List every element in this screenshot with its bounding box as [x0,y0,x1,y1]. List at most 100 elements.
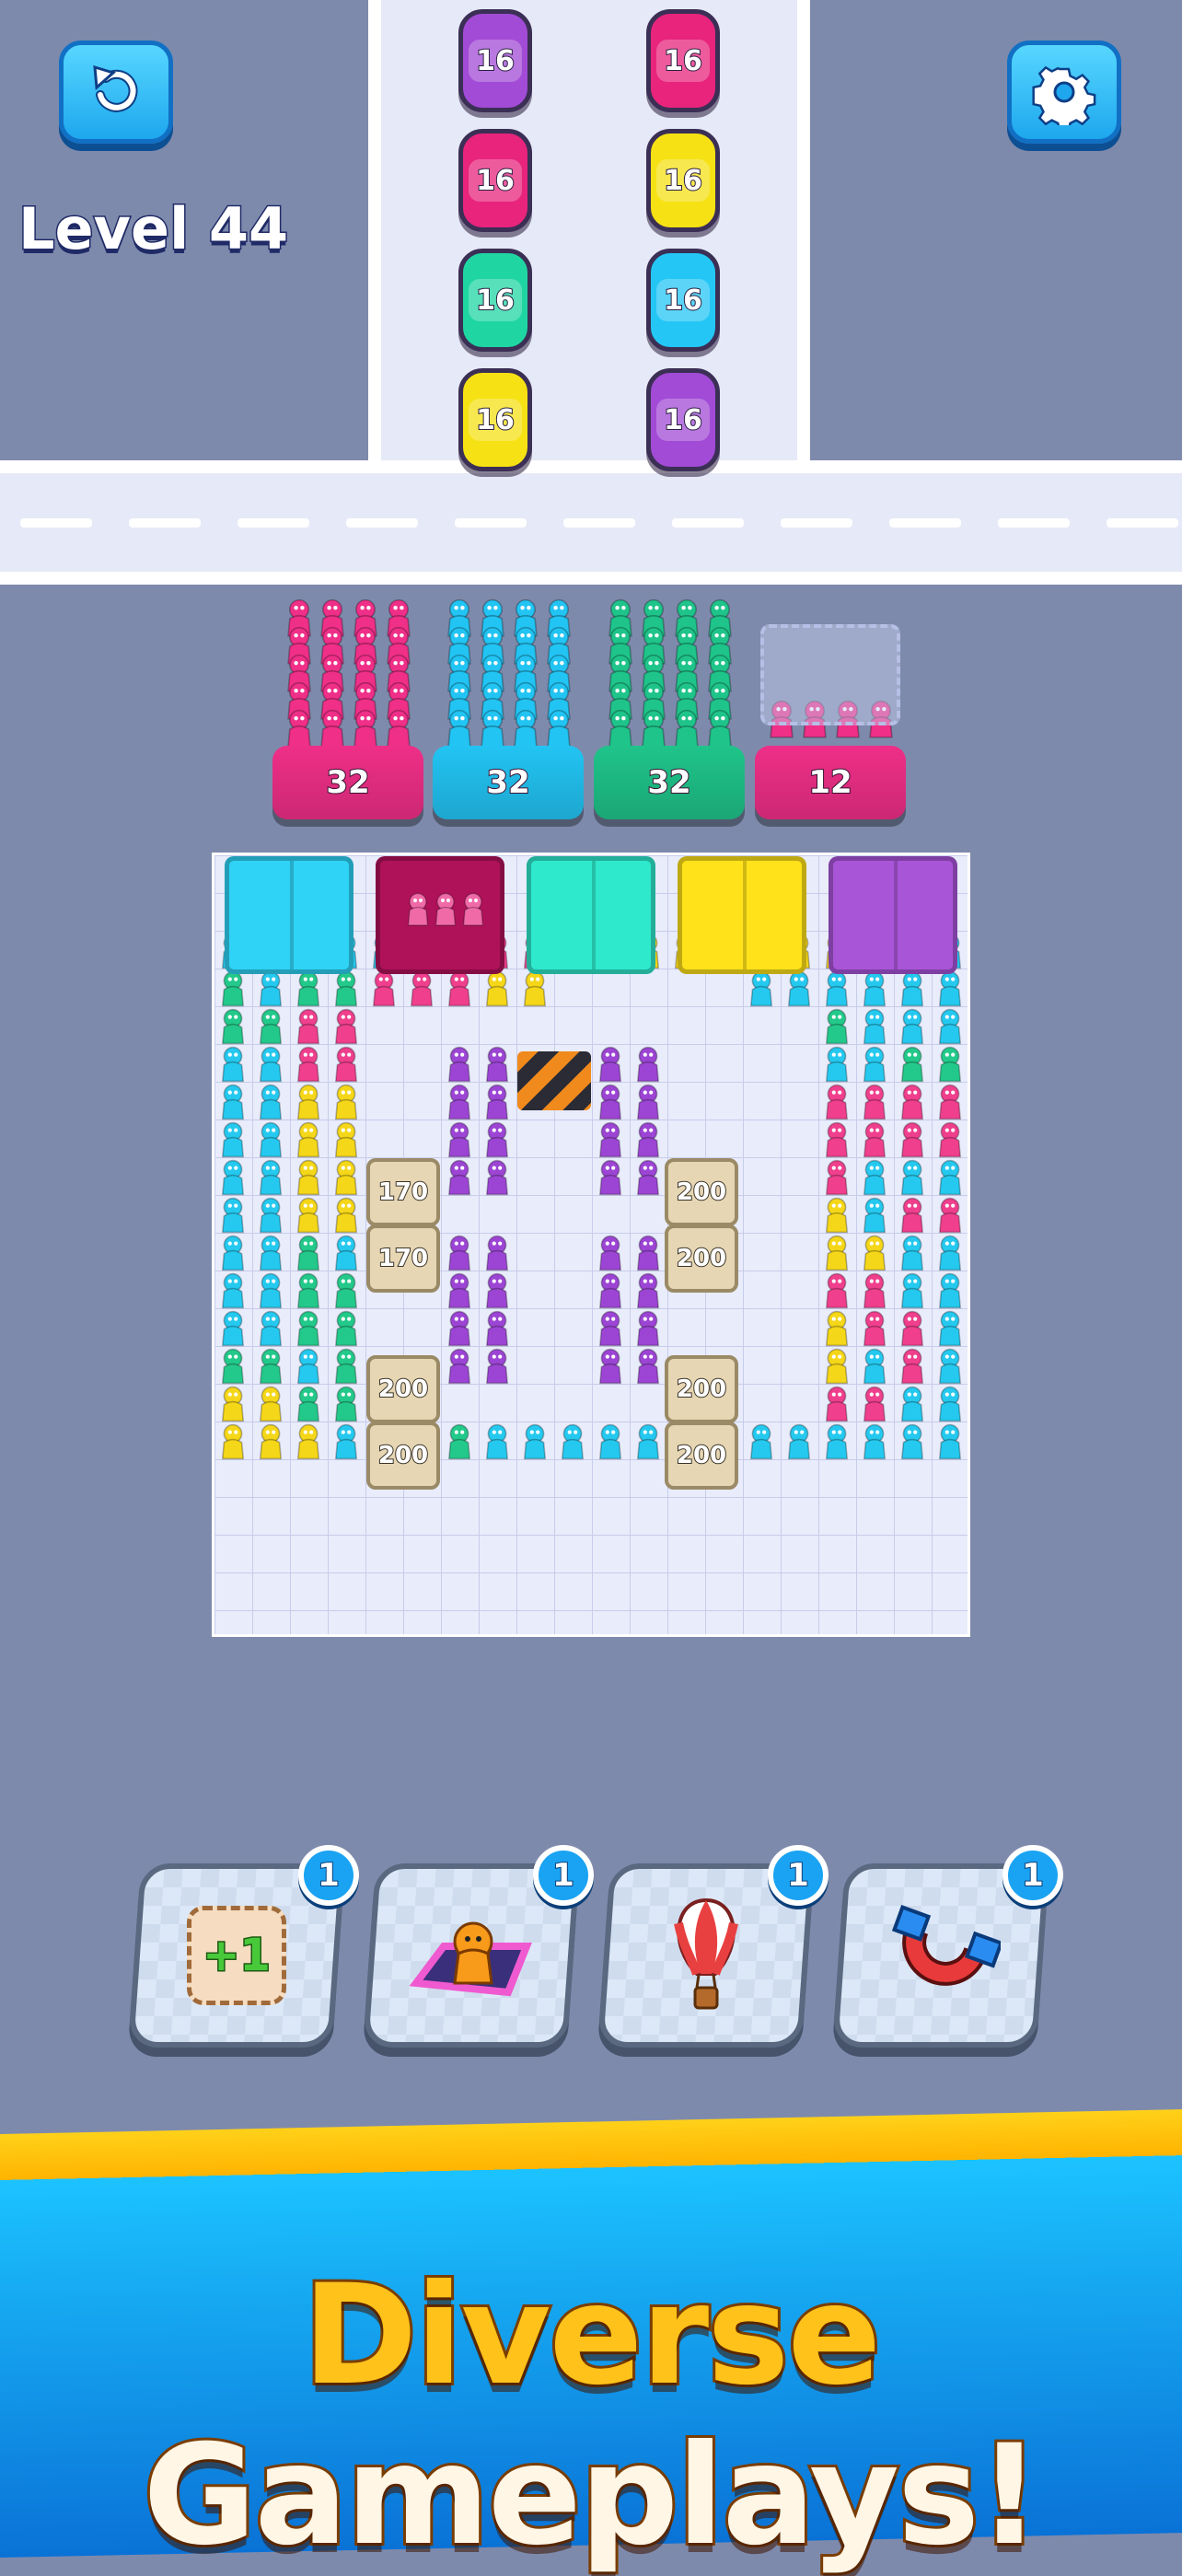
passenger [369,970,399,1011]
passenger [218,1272,248,1313]
passenger [331,1272,361,1313]
passenger [860,1423,889,1464]
exit-gate[interactable] [829,856,957,974]
car[interactable]: 16 [458,9,532,112]
plus-one-icon: +1 [187,1906,286,2005]
exit-gate[interactable] [225,856,353,974]
passenger [331,1046,361,1086]
car-capacity: 16 [656,399,710,441]
passenger [331,1121,361,1162]
passenger [331,1159,361,1200]
passenger-queue[interactable]: 32 [594,598,745,819]
passenger [445,1310,474,1351]
passenger [935,1197,965,1237]
tagline-word-1: Diverse [300,2253,884,2419]
road-dash [129,518,201,528]
passenger [256,1310,285,1351]
passenger [294,1348,323,1388]
gear-icon [1032,65,1096,125]
passenger [294,1159,323,1200]
passenger [256,1235,285,1275]
passenger [898,1235,927,1275]
settings-button[interactable] [1007,41,1121,144]
crate[interactable]: 170 [366,1158,440,1226]
restart-button[interactable] [59,41,173,144]
passenger [482,1348,512,1388]
passenger [445,1423,474,1464]
passenger-queue[interactable]: 32 [272,598,423,819]
car[interactable]: 16 [458,368,532,471]
passenger [860,1159,889,1200]
empty-queue-slot[interactable] [760,624,900,725]
passenger [935,1046,965,1086]
crate[interactable]: 170 [366,1224,440,1293]
passenger [482,1046,512,1086]
exit-gate[interactable] [376,856,504,974]
crate[interactable]: 200 [665,1158,738,1226]
crate[interactable]: 200 [366,1421,440,1490]
passenger [860,1235,889,1275]
passenger [633,1272,663,1313]
passenger [294,1310,323,1351]
passenger [294,1008,323,1049]
queue-passengers [605,598,734,755]
magnet-icon [891,1905,1001,1986]
passenger [218,1046,248,1086]
passenger [935,1008,965,1049]
passenger [294,1272,323,1313]
restart-icon [93,64,138,112]
passenger [256,1159,285,1200]
passenger [633,1235,663,1275]
exit-gate[interactable] [527,856,655,974]
crate[interactable]: 200 [366,1355,440,1423]
passenger [596,1159,625,1200]
road-dash [563,518,635,528]
passenger [218,1423,248,1464]
crate[interactable]: 200 [665,1224,738,1293]
car[interactable]: 16 [458,249,532,352]
passenger [445,1121,474,1162]
passenger [633,1159,663,1200]
passenger [860,970,889,1011]
car[interactable]: 16 [646,368,720,471]
passenger [898,1348,927,1388]
passenger [482,970,512,1011]
car-capacity: 16 [469,159,522,202]
passenger [218,1310,248,1351]
car-capacity: 16 [469,40,522,82]
passenger [935,1272,965,1313]
passenger-queue[interactable]: 32 [433,598,584,819]
booster-icon-wrap: +1 [140,1869,333,2042]
passenger [256,1046,285,1086]
queue-count: 32 [272,746,423,819]
passenger [294,1197,323,1237]
passenger [482,1121,512,1162]
passenger [331,1423,361,1464]
car[interactable]: 16 [646,249,720,352]
car-capacity: 16 [656,40,710,82]
passenger [822,1310,852,1351]
passenger [294,1084,323,1124]
passenger [633,1348,663,1388]
passenger [558,1423,587,1464]
passenger [331,1008,361,1049]
road-dash [238,518,309,528]
passenger [256,1348,285,1388]
car[interactable]: 16 [646,129,720,232]
car-capacity: 16 [469,399,522,441]
road-dash [998,518,1070,528]
exit-gate[interactable] [678,856,806,974]
passenger [482,1235,512,1275]
passenger [935,1310,965,1351]
passenger [633,1423,663,1464]
passenger [633,1310,663,1351]
crate[interactable]: 200 [665,1355,738,1423]
car[interactable]: 16 [646,9,720,112]
passenger [596,1348,625,1388]
passenger [482,1272,512,1313]
crate[interactable]: 200 [665,1421,738,1490]
car-capacity: 16 [469,279,522,321]
car[interactable]: 16 [458,129,532,232]
passenger [596,1272,625,1313]
passenger [256,1121,285,1162]
